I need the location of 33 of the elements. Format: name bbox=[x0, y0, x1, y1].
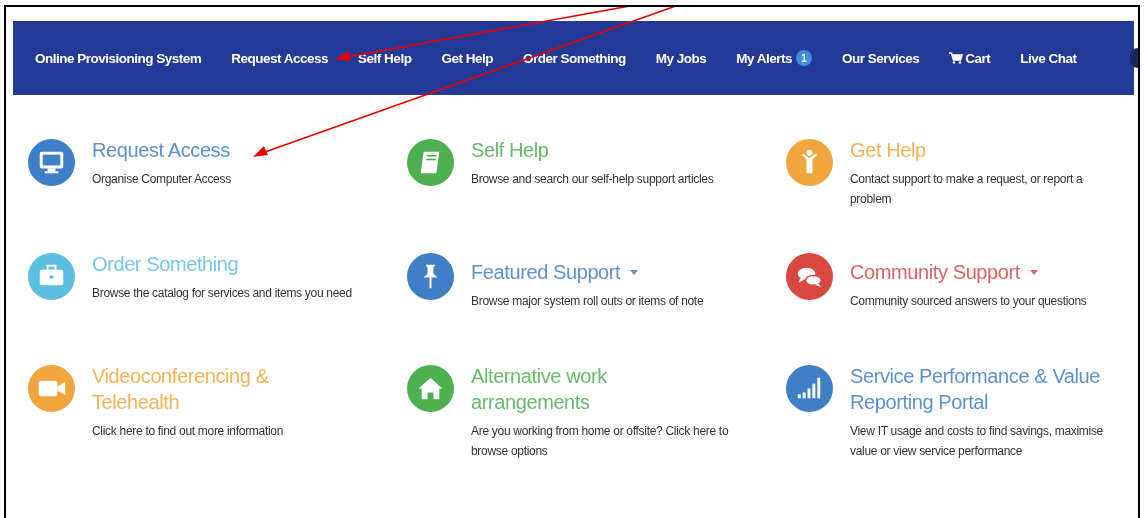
house-icon[interactable] bbox=[407, 365, 454, 412]
alert-count-badge: 1 bbox=[795, 50, 812, 66]
card-description: Browse and search our self-help support articles bbox=[471, 171, 714, 188]
nav-link[interactable]: Request Access bbox=[231, 50, 329, 66]
pushpin-icon[interactable] bbox=[407, 253, 454, 300]
card-description: Contact support to make a request, or report a problem bbox=[850, 171, 1084, 208]
book-icon[interactable] bbox=[407, 139, 454, 186]
speech-bubbles-icon[interactable] bbox=[786, 253, 833, 300]
card-title-link[interactable]: Community Support bbox=[850, 259, 1038, 285]
card-description: Community sourced answers to your questions bbox=[850, 293, 1087, 310]
nav-link[interactable]: Get Help bbox=[441, 50, 493, 66]
monitor-icon[interactable] bbox=[28, 139, 75, 186]
nav-link[interactable]: My Alerts 1 bbox=[736, 50, 812, 66]
nav-link[interactable]: Our Services bbox=[841, 50, 920, 66]
nav-link[interactable]: Self Help bbox=[358, 50, 412, 66]
card-description: Organise Computer Access bbox=[92, 171, 231, 188]
video-camera-icon[interactable] bbox=[28, 365, 75, 412]
signal-bars-icon[interactable] bbox=[786, 365, 833, 412]
card-description: Browse the catalog for services and items you need bbox=[92, 285, 352, 302]
card-description: Click here to find out more information bbox=[92, 423, 284, 440]
nav-link[interactable]: Cart bbox=[949, 50, 991, 66]
nav-link[interactable]: Live Chat bbox=[1020, 50, 1077, 66]
person-icon[interactable] bbox=[786, 139, 833, 186]
card-description: View IT usage and costs to find savings, maximise value or view service performance bbox=[850, 423, 1104, 460]
card-description: Are you working from home or offsite? Click here to browse options bbox=[471, 423, 730, 460]
nav-link[interactable]: Order Something bbox=[522, 50, 626, 66]
nav-link[interactable]: My Jobs bbox=[655, 50, 707, 66]
nav-link[interactable]: Online Provisioning System bbox=[35, 50, 202, 66]
card-description: Browse major system roll outs or items of note bbox=[471, 293, 704, 310]
briefcase-icon[interactable] bbox=[28, 253, 75, 300]
caret-icon bbox=[1029, 269, 1038, 275]
caret-icon bbox=[630, 269, 639, 275]
cart-icon bbox=[949, 52, 964, 64]
